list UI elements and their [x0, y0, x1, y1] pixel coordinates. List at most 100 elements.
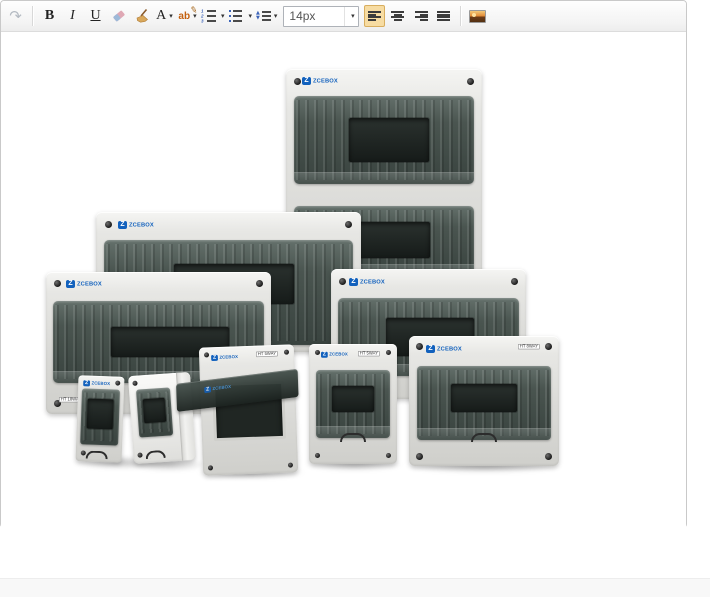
- toolbar-separator: [460, 6, 461, 26]
- bullet-list-button[interactable]: ▾: [228, 5, 254, 27]
- highlight-color-button[interactable]: ab ✎ ▾: [177, 5, 198, 27]
- brand-logo-text: ZCEBOX: [77, 280, 102, 286]
- screw: [467, 78, 474, 85]
- screw: [288, 462, 293, 467]
- brand-logo-icon: Z: [211, 354, 218, 360]
- series-label: HT 5WAY: [358, 351, 380, 356]
- image-icon: [469, 10, 486, 23]
- brand-logo-icon: Z: [66, 280, 75, 288]
- brand-logo: Z ZCEBOX: [426, 344, 472, 353]
- ordered-list-button[interactable]: 1 2 3 ▾: [200, 5, 226, 27]
- justify-button[interactable]: [433, 5, 454, 27]
- brand-logo-icon: Z: [349, 278, 358, 286]
- align-left-button[interactable]: [364, 5, 385, 27]
- underline-button[interactable]: U: [85, 5, 106, 27]
- bold-button[interactable]: B: [39, 5, 60, 27]
- redo-button[interactable]: ↷: [5, 5, 26, 27]
- ul-bar: [233, 20, 242, 22]
- eraser-button[interactable]: [108, 5, 129, 27]
- enclosure-window: [80, 388, 120, 445]
- screw: [81, 450, 86, 455]
- font-color-icon: A: [156, 8, 166, 24]
- enclosure-open-lid: Z ZCEBOX HT 5WAY Z ZCEBOX: [199, 344, 298, 475]
- chevron-down-icon: ▾: [249, 12, 253, 20]
- brand-logo-text: ZCEBOX: [329, 352, 348, 357]
- series-label: HT 5WAY: [256, 351, 278, 357]
- line-height-button[interactable]: ▲ ▼ ▾: [255, 5, 278, 27]
- series-label: HT 8WAY: [518, 344, 540, 349]
- page-footer-area: [0, 579, 710, 597]
- brand-logo: Z ZCEBOX: [211, 353, 245, 361]
- bold-icon: B: [45, 8, 54, 24]
- screw: [284, 350, 289, 355]
- align-center-button[interactable]: [387, 5, 408, 27]
- screw: [315, 453, 320, 458]
- screw: [208, 465, 213, 470]
- brand-logo-icon: Z: [302, 77, 311, 85]
- clean-format-button[interactable]: [131, 5, 152, 27]
- justify-icon: [437, 10, 451, 22]
- latch-handle: [340, 433, 366, 442]
- eraser-icon: [111, 8, 127, 24]
- screw: [545, 453, 552, 460]
- enclosure-5way-front: Z ZCEBOX HT 5WAY: [309, 344, 397, 464]
- brand-logo-text: ZCEBOX: [437, 345, 462, 351]
- underline-icon: U: [90, 8, 100, 24]
- screw: [339, 278, 346, 285]
- screw: [416, 343, 423, 350]
- broom-icon: [134, 8, 150, 24]
- brand-logo-text: ZCEBOX: [360, 278, 385, 284]
- toolbar-separator: [32, 6, 33, 26]
- highlight-icon: ab ✎: [178, 11, 190, 22]
- ul-dot: [229, 20, 231, 22]
- highlight-ab-text: ab: [178, 11, 190, 22]
- font-size-select[interactable]: 14px ▾: [283, 6, 359, 27]
- align-right-button[interactable]: [410, 5, 431, 27]
- font-size-dropdown-arrow[interactable]: ▾: [344, 7, 358, 26]
- brand-logo-text: ZCEBOX: [313, 77, 338, 83]
- brand-logo: Z ZCEBOX: [66, 279, 112, 288]
- brand-logo-icon: Z: [204, 386, 211, 393]
- screw: [386, 453, 391, 458]
- screw: [54, 280, 61, 287]
- italic-icon: I: [70, 8, 75, 24]
- brand-logo-text: ZCEBOX: [91, 381, 110, 387]
- bullet-list-icon: [229, 10, 246, 23]
- product-photo: Z ZCEBOX: [36, 68, 566, 488]
- ol-bar: [207, 20, 216, 22]
- rich-text-editor: ↷ B I U: [0, 0, 687, 528]
- ol-marker: 1: [201, 10, 204, 12]
- brand-logo: Z ZCEBOX: [118, 220, 164, 229]
- align-left-icon: [368, 10, 382, 22]
- ul-bar: [233, 10, 242, 12]
- chevron-down-icon: ▾: [169, 12, 173, 20]
- enclosure-window: [294, 96, 474, 184]
- latch-handle: [145, 450, 166, 459]
- editor-content-area[interactable]: Z ZCEBOX: [1, 32, 686, 528]
- insert-image-button[interactable]: [467, 5, 488, 27]
- italic-button[interactable]: I: [62, 5, 83, 27]
- font-color-button[interactable]: A ▾: [154, 5, 175, 27]
- brand-logo: Z ZCEBOX: [204, 382, 238, 393]
- brand-logo-icon: Z: [321, 351, 328, 357]
- chevron-down-icon: ▾: [221, 12, 225, 20]
- arrow-down-icon: ▼: [256, 16, 260, 21]
- line-height-icon: ▲ ▼: [256, 11, 271, 21]
- screw: [204, 352, 209, 357]
- ol-marker: 3: [201, 20, 204, 22]
- font-size-value: 14px: [289, 9, 315, 23]
- screw: [137, 452, 142, 457]
- screw: [315, 350, 320, 355]
- ul-bar: [233, 15, 242, 17]
- chevron-down-icon: ▾: [274, 12, 278, 20]
- brand-logo: Z ZCEBOX: [83, 379, 117, 387]
- screw: [345, 221, 352, 228]
- brand-logo: Z ZCEBOX: [302, 76, 348, 85]
- enclosure-window: [316, 370, 390, 438]
- ol-bar: [207, 15, 216, 17]
- screw: [545, 343, 552, 350]
- screw: [105, 221, 112, 228]
- chevron-down-icon: ▾: [351, 12, 355, 20]
- pencil-icon: ✎: [189, 5, 198, 16]
- editor-toolbar: ↷ B I U: [1, 1, 686, 32]
